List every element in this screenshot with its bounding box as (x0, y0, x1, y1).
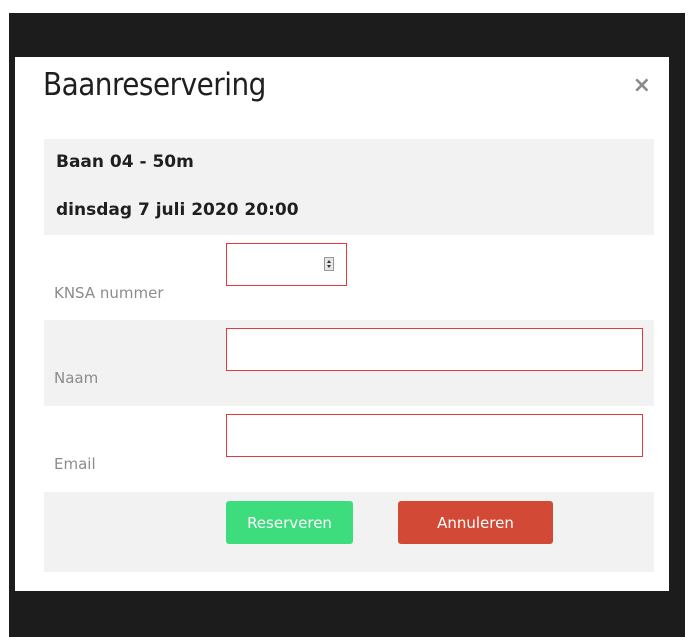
name-input[interactable] (226, 328, 643, 371)
reservation-info: Baan 04 - 50m dinsdag 7 juli 2020 20:00 (44, 139, 654, 235)
knsa-number-input[interactable] (226, 243, 347, 286)
email-label: Email (54, 455, 96, 473)
email-input[interactable] (226, 414, 643, 457)
knsa-row: KNSA nummer (44, 235, 654, 320)
reserve-button[interactable]: Reserveren (226, 501, 353, 544)
modal-title: Baanreservering (43, 67, 266, 103)
number-spinner-icon[interactable] (324, 257, 334, 271)
reservation-modal: Baanreservering × Baan 04 - 50m dinsdag … (15, 57, 669, 591)
lane-info: Baan 04 - 50m (56, 152, 194, 172)
knsa-label: KNSA nummer (54, 284, 164, 302)
buttons-row: Reserveren Annuleren (44, 492, 654, 572)
email-row: Email (44, 406, 654, 492)
cancel-button[interactable]: Annuleren (398, 501, 553, 544)
name-row: Naam (44, 320, 654, 406)
name-label: Naam (54, 369, 99, 387)
close-icon[interactable]: × (633, 73, 651, 98)
datetime-info: dinsdag 7 juli 2020 20:00 (56, 200, 299, 220)
